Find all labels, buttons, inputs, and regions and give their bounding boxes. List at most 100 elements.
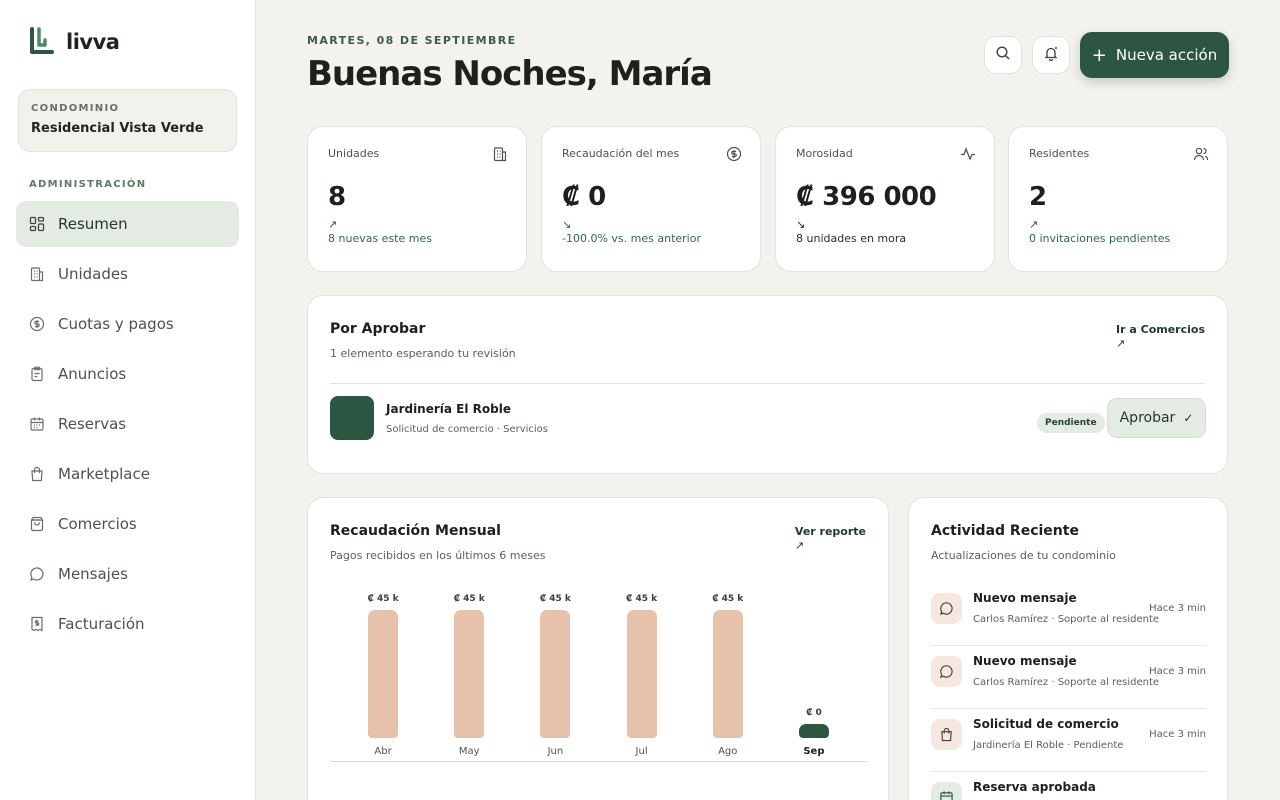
check-icon: ✓ (1183, 411, 1194, 425)
new-action-label: Nueva acción (1115, 46, 1218, 64)
sidebar-item-label: Unidades (58, 265, 128, 283)
activity-icon (960, 146, 976, 162)
trend-up-icon: ↗ (328, 218, 338, 231)
sidebar-item-unidades[interactable]: Unidades (16, 251, 239, 297)
stat-note: 8 unidades en mora (796, 232, 907, 245)
calendar-icon (29, 416, 45, 432)
sidebar-item-reservas[interactable]: Reservas (16, 401, 239, 447)
activity-item[interactable]: Reserva aprobada (931, 772, 1206, 800)
sidebar-item-facturacion[interactable]: Facturación (16, 601, 239, 647)
stat-value: ₡ 396 000 (796, 182, 937, 212)
go-to-comercios-link[interactable]: Ir a Comercios ↗ (1116, 323, 1205, 350)
store-bag-icon (29, 516, 45, 532)
sidebar-item-label: Cuotas y pagos (58, 315, 174, 333)
sidebar-section-label: ADMINISTRACIÓN (29, 179, 147, 190)
stat-card-morosidad[interactable]: Morosidad ₡ 396 000 ↘ 8 unidades en mora (775, 126, 995, 272)
activity-time: Hace 3 min (1149, 729, 1206, 740)
stat-label: Morosidad (796, 147, 853, 160)
chart-data-label: ₡ 0 (806, 708, 822, 718)
sidebar-item-resumen[interactable]: Resumen (16, 201, 239, 247)
sidebar-item-comercios[interactable]: Comercios (16, 501, 239, 547)
sidebar-item-anuncios[interactable]: Anuncios (16, 351, 239, 397)
stat-card-unidades[interactable]: Unidades 8 ↗ 8 nuevas este mes (307, 126, 527, 272)
panel-title: Por Aprobar (330, 321, 426, 337)
trend-up-icon: ↗ (1029, 218, 1039, 231)
chart-tick-label: Jul (635, 746, 648, 757)
panel-title: Actividad Reciente (931, 523, 1079, 539)
stat-card-residentes[interactable]: Residentes 2 ↗ 0 invitaciones pendientes (1008, 126, 1228, 272)
panel-subtitle: Actualizaciones de tu condominio (931, 549, 1116, 562)
stat-note: -100.0% vs. mes anterior (562, 232, 701, 245)
building-icon (29, 266, 45, 282)
stat-note: 0 invitaciones pendientes (1029, 232, 1171, 245)
panel-subtitle: Pagos recibidos en los últimos 6 meses (330, 549, 546, 562)
clipboard-icon (29, 366, 45, 382)
page-title: Buenas Noches, María (307, 54, 713, 94)
new-action-button[interactable]: + Nueva acción (1080, 32, 1229, 78)
brand-logo[interactable]: livva (28, 26, 120, 58)
condo-name: Residencial Vista Verde (31, 121, 204, 136)
chart-tick-label: Abr (374, 746, 392, 757)
dashboard-icon (29, 216, 45, 232)
panel-title: Recaudación Mensual (330, 523, 501, 539)
chat-icon (29, 566, 45, 582)
activity-time: Hace 3 min (1149, 666, 1206, 677)
chart-bar (712, 610, 743, 738)
activity-time: Hace 3 min (1149, 603, 1206, 614)
link-label: Ver reporte (794, 525, 866, 538)
search-button[interactable] (984, 36, 1022, 74)
stat-note: 8 nuevas este mes (328, 232, 432, 245)
notifications-button[interactable] (1032, 36, 1070, 74)
activity-title: Solicitud de comercio (973, 717, 1119, 731)
pending-approvals-panel: Por Aprobar 1 elemento esperando tu revi… (307, 295, 1228, 474)
dollar-circle-icon (29, 316, 45, 332)
sidebar: livva CONDOMINIO Residencial Vista Verde… (0, 0, 256, 800)
activity-item[interactable]: Nuevo mensaje Carlos Ramírez · Soporte a… (931, 646, 1206, 709)
invoice-icon (29, 616, 45, 632)
chart-tick-label: Ago (718, 746, 738, 757)
current-date: MARTES, 08 DE SEPTIEMBRE (307, 34, 517, 47)
sidebar-item-label: Resumen (58, 215, 128, 233)
chart-data-label: ₡ 45 k (453, 594, 485, 604)
activity-item[interactable]: Solicitud de comercio Jardinería El Robl… (931, 709, 1206, 772)
brand-name: livva (66, 30, 120, 54)
approve-label: Aprobar (1119, 410, 1176, 426)
shopping-bag-icon (931, 719, 962, 750)
pending-item-detail: Solicitud de comercio · Servicios (386, 424, 549, 435)
chart-bar (454, 610, 485, 738)
business-thumbnail (330, 396, 374, 440)
panel-subtitle: 1 elemento esperando tu revisión (330, 347, 516, 360)
link-label: Ir a Comercios (1116, 323, 1205, 336)
chart-bar (626, 610, 657, 738)
view-report-link[interactable]: Ver reporte ↗ (795, 525, 866, 552)
status-badge: Pendiente (1037, 413, 1105, 433)
trend-down-icon: ↘ (562, 218, 572, 231)
approve-button[interactable]: Aprobar ✓ (1107, 398, 1206, 438)
chart-baseline (330, 761, 867, 762)
chart-data-label: ₡ 45 k (626, 594, 658, 604)
sidebar-item-cuotas[interactable]: Cuotas y pagos (16, 301, 239, 347)
dollar-circle-icon (726, 146, 742, 162)
sidebar-item-mensajes[interactable]: Mensajes (16, 551, 239, 597)
chart-tick-label: Sep (803, 746, 825, 757)
activity-title: Nuevo mensaje (973, 591, 1077, 605)
sidebar-nav: Resumen Unidades Cuotas y pagos Anuncios… (16, 201, 239, 651)
users-icon (1193, 146, 1209, 162)
activity-title: Nuevo mensaje (973, 654, 1077, 668)
external-arrow-icon: ↗ (1116, 337, 1126, 350)
bell-icon (1043, 45, 1059, 65)
condo-label: CONDOMINIO (31, 103, 120, 114)
condominium-selector[interactable]: CONDOMINIO Residencial Vista Verde (18, 89, 237, 152)
stat-card-recaudacion[interactable]: Recaudación del mes ₡ 0 ↘ -100.0% vs. me… (541, 126, 761, 272)
chart-bar (368, 610, 399, 738)
pending-item-name: Jardinería El Roble (386, 402, 511, 416)
building-icon (492, 146, 508, 162)
activity-detail: Carlos Ramírez · Soporte al residente (973, 677, 1160, 688)
chart-bar (798, 724, 829, 738)
chart-data-label: ₡ 45 k (712, 594, 744, 604)
logo-mark-icon (28, 26, 56, 58)
sidebar-item-marketplace[interactable]: Marketplace (16, 451, 239, 497)
sidebar-item-label: Facturación (58, 615, 145, 633)
recent-activity-panel: Actividad Reciente Actualizaciones de tu… (908, 497, 1228, 800)
activity-item[interactable]: Nuevo mensaje Carlos Ramírez · Soporte a… (931, 583, 1206, 646)
